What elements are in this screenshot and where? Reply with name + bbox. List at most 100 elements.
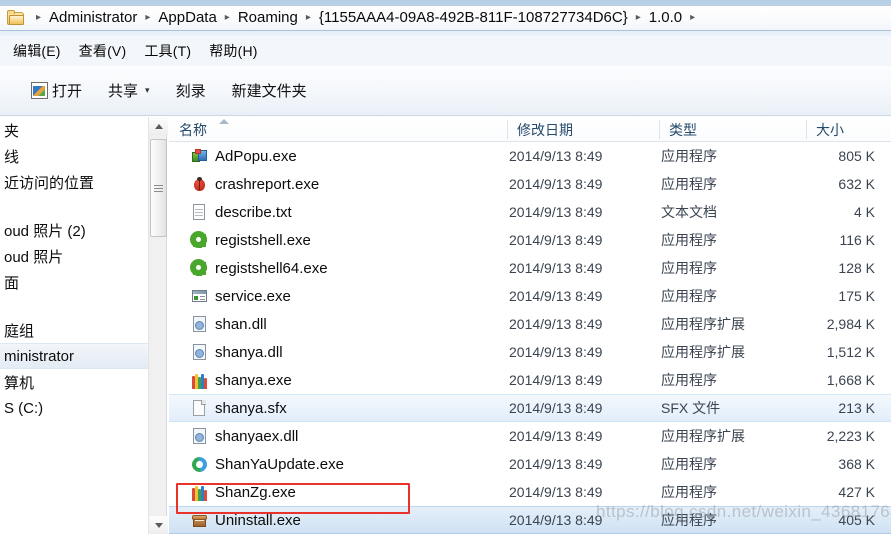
nav-pane-item[interactable]: S (C:) (0, 395, 148, 421)
nav-pane-item-label: 算机 (4, 374, 35, 392)
chevron-down-icon: ▾ (145, 85, 150, 95)
breadcrumb-separator[interactable]: ▸ (300, 6, 317, 30)
file-name-cell[interactable]: shanyaex.dll (169, 427, 299, 445)
breadcrumb-separator[interactable]: ▸ (30, 6, 47, 30)
scroll-thumb[interactable] (150, 139, 167, 237)
file-type-cell: 应用程序扩展 (661, 344, 745, 360)
file-name-label: crashreport.exe (215, 175, 320, 193)
file-name-cell[interactable]: ShanYaUpdate.exe (169, 453, 344, 475)
scroll-up-arrow[interactable] (149, 117, 168, 135)
new-folder-button[interactable]: 新建文件夹 (219, 75, 320, 106)
open-button-label: 打开 (52, 83, 83, 100)
ladybug-icon (191, 176, 208, 193)
file-size-cell: 116 K (839, 232, 875, 248)
file-list-row[interactable]: registshell64.exe 2014/9/13 8:49 应用程序 128 K (169, 254, 891, 282)
nav-pane-item-label: S (C:) (4, 399, 44, 417)
nav-pane-item[interactable]: oud 照片 (0, 243, 148, 269)
column-header-row: 名称 修改日期 类型 大小 (169, 117, 891, 142)
column-divider[interactable] (806, 120, 807, 139)
books-icon (191, 372, 208, 389)
file-name-label: registshell.exe (215, 231, 311, 249)
file-list-row[interactable]: shanyaex.dll 2014/9/13 8:49 应用程序扩展 2,223 K (169, 422, 891, 450)
navigation-scrollbar[interactable] (148, 117, 168, 534)
nav-pane-item[interactable]: 近访问的位置 (0, 169, 148, 195)
file-name-cell[interactable]: ShanZg.exe (169, 484, 296, 501)
file-name-cell[interactable]: shanya.exe (169, 372, 292, 389)
breadcrumb[interactable]: ▸ Administrator ▸ AppData ▸ Roaming ▸ {1155AAA4… (0, 5, 891, 31)
file-list-row[interactable]: describe.txt 2014/9/13 8:49 文本文档 4 K (169, 198, 891, 226)
nav-pane-item-label: oud 照片 (2) (4, 222, 86, 240)
column-header-name[interactable]: 名称 (179, 117, 207, 142)
file-name-label: ShanYaUpdate.exe (215, 455, 344, 473)
breadcrumb-separator[interactable]: ▸ (684, 6, 701, 30)
nav-pane-item[interactable]: 面 (0, 269, 148, 295)
file-list-row[interactable]: shanya.exe 2014/9/13 8:49 应用程序 1,668 K (169, 366, 891, 394)
file-name-cell[interactable]: service.exe (169, 288, 291, 305)
nav-pane-item-label: 近访问的位置 (4, 174, 95, 192)
file-date-cell: 2014/9/13 8:49 (509, 316, 603, 332)
column-divider[interactable] (507, 120, 508, 139)
breadcrumb-item[interactable]: Roaming (236, 6, 300, 30)
sort-ascending-icon (219, 119, 229, 124)
file-name-cell[interactable]: shan.dll (169, 315, 267, 333)
column-divider[interactable] (659, 120, 660, 139)
file-type-cell: 应用程序 (661, 232, 717, 248)
file-name-cell[interactable]: shanya.sfx (169, 399, 287, 417)
breadcrumb-separator[interactable]: ▸ (139, 6, 156, 30)
menu-item-edit[interactable]: 编辑(E) (4, 38, 70, 64)
file-list-row[interactable]: shanya.dll 2014/9/13 8:49 应用程序扩展 1,512 K (169, 338, 891, 366)
breadcrumb-item[interactable]: 1.0.0 (647, 6, 684, 30)
nav-pane-item[interactable]: 算机 (0, 369, 148, 395)
breadcrumb-item[interactable]: Administrator (47, 6, 139, 30)
nav-pane-item[interactable]: ministrator (0, 343, 148, 369)
breadcrumb-item[interactable]: {1155AAA4-09A8-492B-811F-108727734D6C} (317, 6, 630, 30)
breadcrumb-item[interactable]: AppData (156, 6, 218, 30)
file-name-label: shanyaex.dll (215, 427, 299, 445)
file-type-cell: 应用程序扩展 (661, 428, 745, 444)
file-name-cell[interactable]: Uninstall.exe (169, 512, 301, 529)
nav-pane-group-gap (0, 295, 148, 317)
column-header-type[interactable]: 类型 (669, 117, 697, 142)
file-type-cell: 应用程序 (661, 456, 717, 472)
nav-pane-item-label: 庭组 (4, 322, 35, 340)
menu-bar: 编辑(E) 查看(V) 工具(T) 帮助(H) (0, 36, 891, 66)
menu-item-help[interactable]: 帮助(H) (200, 38, 266, 64)
file-size-cell: 1,512 K (826, 344, 875, 360)
box-icon (191, 512, 208, 529)
file-type-cell: SFX 文件 (661, 400, 721, 416)
file-name-cell[interactable]: registshell.exe (169, 231, 311, 249)
nav-pane-item[interactable]: 夹 (0, 117, 148, 143)
menu-item-view[interactable]: 查看(V) (70, 38, 136, 64)
file-list-row[interactable]: service.exe 2014/9/13 8:49 应用程序 175 K (169, 282, 891, 310)
file-list-row[interactable]: ShanYaUpdate.exe 2014/9/13 8:49 应用程序 368 K (169, 450, 891, 478)
open-button[interactable]: 打开 (18, 75, 95, 106)
navigation-pane[interactable]: 夹线近访问的位置 oud 照片 (2) oud 照片面庭组 ministrator 算机… (0, 117, 148, 534)
file-name-cell[interactable]: AdPopu.exe (169, 148, 297, 165)
file-name-label: AdPopu.exe (215, 147, 297, 165)
breadcrumb-separator[interactable]: ▸ (630, 6, 647, 30)
file-list-row[interactable]: crashreport.exe 2014/9/13 8:49 应用程序 632 K (169, 170, 891, 198)
nav-pane-item[interactable]: 线 (0, 143, 148, 169)
file-list-row[interactable]: AdPopu.exe 2014/9/13 8:49 应用程序 805 K (169, 142, 891, 170)
file-list-row[interactable]: shan.dll 2014/9/13 8:49 应用程序扩展 2,984 K (169, 310, 891, 338)
menu-item-tools[interactable]: 工具(T) (135, 38, 200, 64)
books-icon (191, 484, 208, 501)
file-name-label: service.exe (215, 287, 291, 305)
file-name-cell[interactable]: registshell64.exe (169, 259, 328, 277)
nav-pane-item[interactable]: 庭组 (0, 317, 148, 343)
file-list-row[interactable]: shanya.sfx 2014/9/13 8:49 SFX 文件 213 K (169, 394, 891, 422)
file-name-cell[interactable]: crashreport.exe (169, 176, 319, 193)
scroll-down-arrow[interactable] (149, 516, 168, 534)
file-type-cell: 应用程序 (661, 484, 717, 500)
column-header-size[interactable]: 大小 (816, 117, 844, 142)
file-name-cell[interactable]: shanya.dll (169, 343, 283, 361)
nav-pane-item[interactable]: oud 照片 (2) (0, 217, 148, 243)
nav-pane-item-label: 夹 (4, 122, 20, 140)
burn-button[interactable]: 刻录 (163, 75, 219, 106)
column-header-date[interactable]: 修改日期 (517, 117, 573, 142)
file-name-cell[interactable]: describe.txt (169, 203, 292, 221)
share-button-label: 共享 (108, 83, 139, 100)
breadcrumb-separator[interactable]: ▸ (219, 6, 236, 30)
file-list-row[interactable]: registshell.exe 2014/9/13 8:49 应用程序 116 K (169, 226, 891, 254)
share-button[interactable]: 共享 ▾ (95, 75, 163, 106)
